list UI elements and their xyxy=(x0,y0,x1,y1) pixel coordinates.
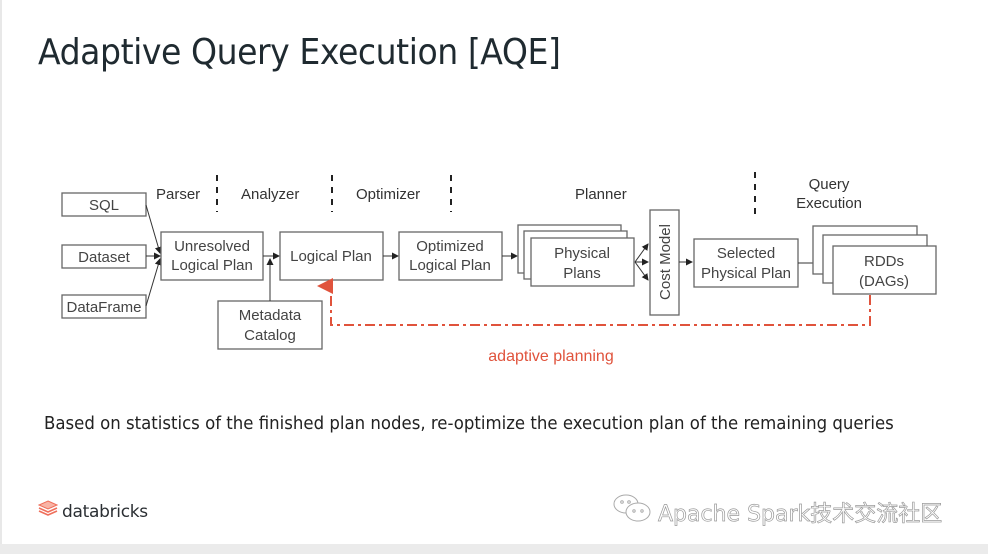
node-label: Physical xyxy=(554,245,610,262)
node-logical-plan: Logical Plan xyxy=(279,231,384,281)
node-metadata-catalog: Metadata Catalog xyxy=(217,300,323,350)
node-label: Catalog xyxy=(244,327,296,344)
input-sql: SQL xyxy=(61,192,147,217)
input-dataset-label: Dataset xyxy=(78,249,131,266)
slide-description: Based on statistics of the finished plan… xyxy=(44,413,894,434)
adaptive-planning-arrow xyxy=(317,278,871,326)
arrow xyxy=(634,261,649,281)
databricks-layers-icon xyxy=(37,500,59,523)
node-label: Logical Plan xyxy=(409,257,491,274)
watermark-text: Apache Spark技术交流社区 xyxy=(658,501,943,527)
node-label: RDDs xyxy=(864,253,904,270)
stage-query-execution-line2: Execution xyxy=(796,195,862,212)
node-label: Cost Model xyxy=(657,224,674,300)
node-label: Unresolved xyxy=(174,238,250,255)
arrow xyxy=(145,204,162,254)
node-label: Logical Plan xyxy=(290,248,372,265)
arrow xyxy=(634,243,649,263)
stage-parser: Parser xyxy=(156,186,200,203)
databricks-logo: databricks xyxy=(37,500,148,523)
node-label: Plans xyxy=(563,265,601,282)
node-unresolved-logical-plan: Unresolved Logical Plan xyxy=(160,231,264,281)
input-dataset: Dataset xyxy=(61,244,147,269)
stage-planner: Planner xyxy=(575,186,627,203)
input-sql-label: SQL xyxy=(89,197,119,214)
node-label: Metadata xyxy=(239,307,302,324)
watermark: Apache Spark技术交流社区 xyxy=(612,493,943,530)
adaptive-planning-label: adaptive planning xyxy=(488,348,613,365)
node-selected-physical-plan: Selected Physical Plan xyxy=(693,238,799,288)
node-label: Logical Plan xyxy=(171,257,253,274)
node-optimized-logical-plan: Optimized Logical Plan xyxy=(398,231,503,281)
wechat-icon xyxy=(612,493,654,530)
bottom-bar xyxy=(0,544,988,554)
stage-optimizer: Optimizer xyxy=(356,186,420,203)
stage-analyzer: Analyzer xyxy=(241,186,299,203)
arrow xyxy=(145,258,162,307)
node-physical-plans: Physical Plans xyxy=(517,224,635,287)
input-dataframe-label: DataFrame xyxy=(66,299,141,316)
input-dataframe: DataFrame xyxy=(61,294,147,319)
node-label: Physical Plan xyxy=(701,265,791,282)
aqe-diagram: Parser Analyzer Optimizer Planner Query … xyxy=(61,172,937,365)
databricks-logo-text: databricks xyxy=(62,501,148,522)
node-label: Selected xyxy=(717,245,775,262)
stage-query-execution-line1: Query xyxy=(809,176,850,193)
node-rdds: RDDs (DAGs) xyxy=(812,225,937,295)
node-label: Optimized xyxy=(416,238,484,255)
node-label: (DAGs) xyxy=(859,273,909,290)
node-cost-model: Cost Model xyxy=(649,209,680,316)
